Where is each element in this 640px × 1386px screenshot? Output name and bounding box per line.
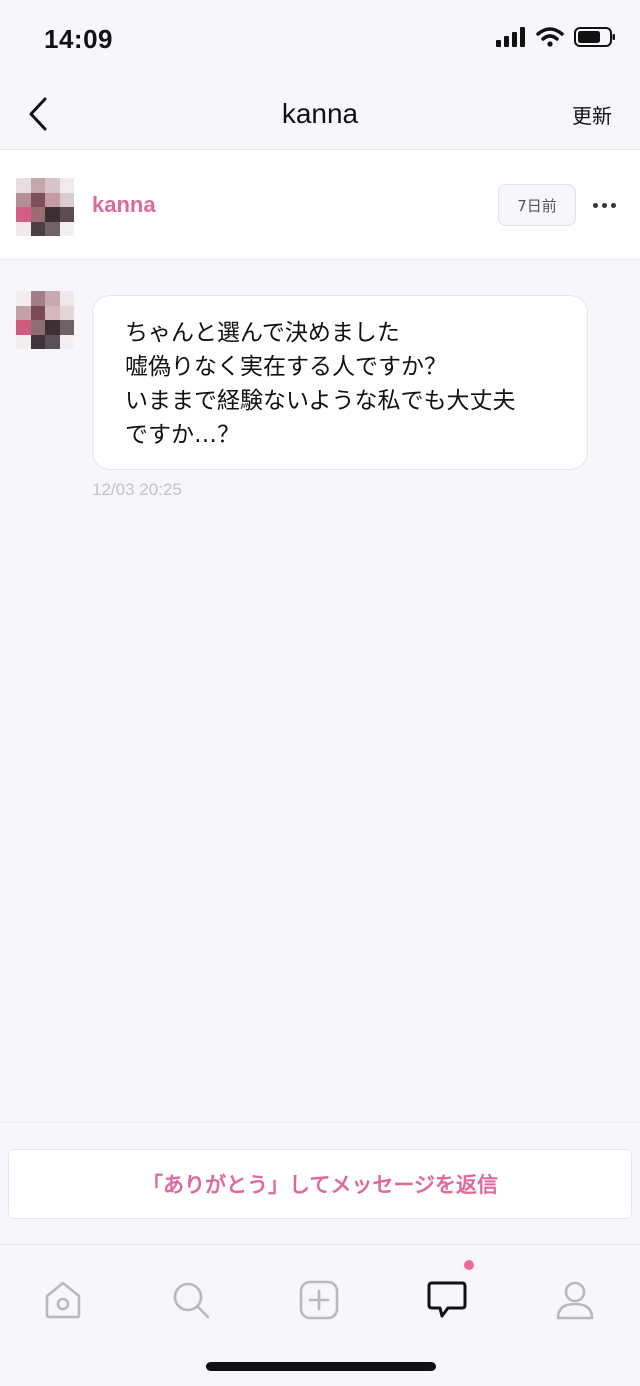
message-line: 嘘偽りなく実在する人ですか？ xyxy=(125,354,447,380)
page-title: kanna xyxy=(281,98,359,129)
wifi-icon xyxy=(536,27,564,47)
thanks-reply-button[interactable]: 「ありがとう」してメッセージを返信 xyxy=(8,1149,632,1219)
message-bubble: ちゃんと選んで決めました 嘘偽りなく実在する人ですか？ いままで経験ないような私… xyxy=(92,295,588,470)
partner-header: kanna 7日前 xyxy=(0,150,640,260)
nav-bar: kanna 更新 xyxy=(0,78,640,150)
more-dot xyxy=(592,202,598,208)
tab-post[interactable] xyxy=(294,1275,344,1325)
unread-badge xyxy=(464,1260,474,1270)
home-icon xyxy=(45,1281,81,1319)
tab-profile[interactable] xyxy=(550,1275,600,1325)
more-dot xyxy=(610,202,616,208)
reply-area: 「ありがとう」してメッセージを返信 xyxy=(0,1122,640,1244)
plus-icon xyxy=(299,1280,339,1320)
status-bar: 14:09 xyxy=(0,0,640,78)
home-indicator[interactable] xyxy=(206,1362,436,1371)
message-line: ですか…？ xyxy=(125,422,240,448)
more-dot xyxy=(601,202,607,208)
search-icon xyxy=(173,1282,210,1319)
partner-name[interactable]: kanna xyxy=(92,192,156,218)
chat-icon xyxy=(427,1281,467,1318)
message-timestamp: 12/03 20:25 xyxy=(92,480,182,499)
message-avatar[interactable] xyxy=(16,291,74,349)
message-line: いままで経験ないような私でも大丈夫 xyxy=(125,388,516,414)
tab-bar xyxy=(0,1244,640,1386)
signal-icon xyxy=(496,27,525,47)
tab-search[interactable] xyxy=(166,1275,216,1325)
profile-icon xyxy=(556,1281,594,1320)
more-options-button[interactable] xyxy=(584,188,624,222)
tab-messages[interactable] xyxy=(422,1275,472,1325)
battery-icon xyxy=(574,27,615,47)
message-line: ちゃんと選んで決めました xyxy=(125,320,400,346)
status-icons xyxy=(496,26,616,48)
tab-home[interactable] xyxy=(38,1275,88,1325)
status-time: 14:09 xyxy=(44,24,113,54)
last-active-badge: 7日前 xyxy=(498,184,576,226)
refresh-button[interactable]: 更新 xyxy=(572,100,612,129)
partner-avatar[interactable] xyxy=(16,178,74,236)
